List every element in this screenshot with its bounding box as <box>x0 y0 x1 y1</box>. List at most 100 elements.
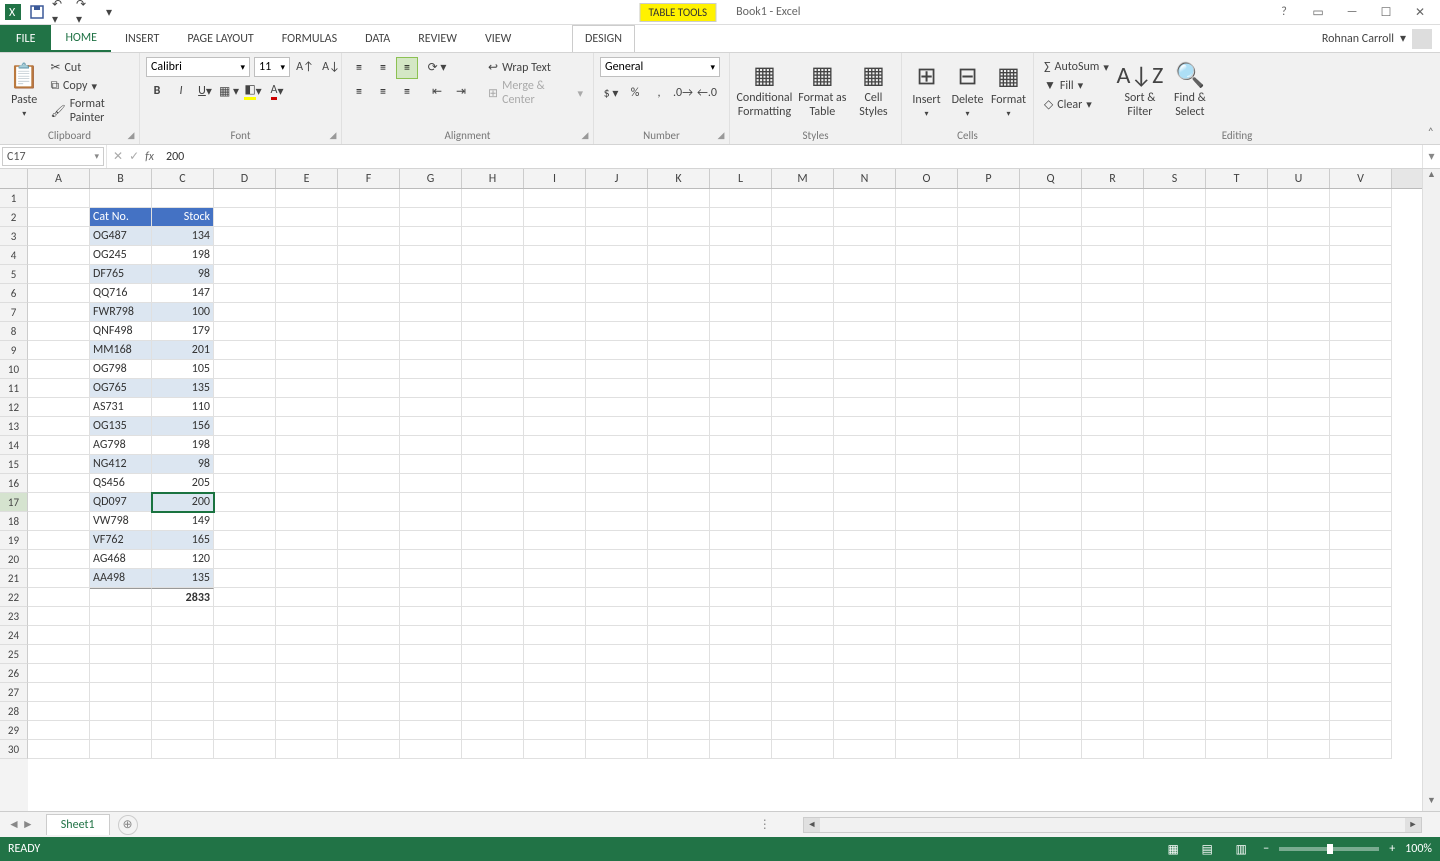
cell-T12[interactable] <box>1206 398 1268 417</box>
cell-L25[interactable] <box>710 645 772 664</box>
cell-F22[interactable] <box>338 588 400 607</box>
cell-U22[interactable] <box>1268 588 1330 607</box>
cell-G20[interactable] <box>400 550 462 569</box>
cell-B8[interactable]: QNF498 <box>90 322 152 341</box>
cell-G26[interactable] <box>400 664 462 683</box>
cell-O28[interactable] <box>896 702 958 721</box>
cell-V14[interactable] <box>1330 436 1392 455</box>
cell-G11[interactable] <box>400 379 462 398</box>
row-header-16[interactable]: 16 <box>0 474 28 493</box>
cell-R22[interactable] <box>1082 588 1144 607</box>
alignment-launcher[interactable]: ◢ <box>579 130 591 142</box>
cell-N1[interactable] <box>834 189 896 208</box>
cell-I6[interactable] <box>524 284 586 303</box>
cell-D28[interactable] <box>214 702 276 721</box>
cell-R17[interactable] <box>1082 493 1144 512</box>
row-header-23[interactable]: 23 <box>0 607 28 626</box>
row-header-6[interactable]: 6 <box>0 284 28 303</box>
cell-N8[interactable] <box>834 322 896 341</box>
cell-R29[interactable] <box>1082 721 1144 740</box>
cell-E26[interactable] <box>276 664 338 683</box>
cell-K25[interactable] <box>648 645 710 664</box>
cell-B9[interactable]: MM168 <box>90 341 152 360</box>
cell-R16[interactable] <box>1082 474 1144 493</box>
cell-J4[interactable] <box>586 246 648 265</box>
zoom-in-button[interactable]: + <box>1389 842 1395 856</box>
cell-B17[interactable]: QD097 <box>90 493 152 512</box>
cell-M20[interactable] <box>772 550 834 569</box>
cell-C24[interactable] <box>152 626 214 645</box>
cell-P4[interactable] <box>958 246 1020 265</box>
cell-V26[interactable] <box>1330 664 1392 683</box>
cell-V29[interactable] <box>1330 721 1392 740</box>
cell-M1[interactable] <box>772 189 834 208</box>
cell-J17[interactable] <box>586 493 648 512</box>
cell-O22[interactable] <box>896 588 958 607</box>
align-center-icon[interactable]: ≡ <box>372 81 394 103</box>
cell-A19[interactable] <box>28 531 90 550</box>
help-icon[interactable]: ? <box>1272 2 1296 22</box>
cell-O26[interactable] <box>896 664 958 683</box>
wrap-text-button[interactable]: ↩Wrap Text <box>484 59 587 76</box>
cell-V15[interactable] <box>1330 455 1392 474</box>
select-all-corner[interactable] <box>0 169 28 189</box>
cell-R1[interactable] <box>1082 189 1144 208</box>
cell-C26[interactable] <box>152 664 214 683</box>
cell-D25[interactable] <box>214 645 276 664</box>
cell-Q29[interactable] <box>1020 721 1082 740</box>
cell-I13[interactable] <box>524 417 586 436</box>
cell-A25[interactable] <box>28 645 90 664</box>
cell-R24[interactable] <box>1082 626 1144 645</box>
cell-S22[interactable] <box>1144 588 1206 607</box>
cell-Q22[interactable] <box>1020 588 1082 607</box>
cell-N29[interactable] <box>834 721 896 740</box>
column-header-R[interactable]: R <box>1082 169 1144 188</box>
align-bottom-icon[interactable]: ≡ <box>396 57 418 79</box>
cell-P24[interactable] <box>958 626 1020 645</box>
cell-C28[interactable] <box>152 702 214 721</box>
cell-F5[interactable] <box>338 265 400 284</box>
cell-S25[interactable] <box>1144 645 1206 664</box>
cell-E28[interactable] <box>276 702 338 721</box>
cell-B30[interactable] <box>90 740 152 759</box>
cell-K12[interactable] <box>648 398 710 417</box>
align-top-icon[interactable]: ≡ <box>348 57 370 79</box>
row-header-7[interactable]: 7 <box>0 303 28 322</box>
cell-D10[interactable] <box>214 360 276 379</box>
cell-I27[interactable] <box>524 683 586 702</box>
cell-E16[interactable] <box>276 474 338 493</box>
cell-B7[interactable]: FWR798 <box>90 303 152 322</box>
cell-M16[interactable] <box>772 474 834 493</box>
cell-L12[interactable] <box>710 398 772 417</box>
cell-D13[interactable] <box>214 417 276 436</box>
cell-C1[interactable] <box>152 189 214 208</box>
cell-V23[interactable] <box>1330 607 1392 626</box>
cell-Q7[interactable] <box>1020 303 1082 322</box>
cell-H28[interactable] <box>462 702 524 721</box>
cell-I30[interactable] <box>524 740 586 759</box>
increase-indent-icon[interactable]: ⇥ <box>450 81 472 101</box>
cell-C15[interactable]: 98 <box>152 455 214 474</box>
cell-E4[interactable] <box>276 246 338 265</box>
cell-O6[interactable] <box>896 284 958 303</box>
column-header-B[interactable]: B <box>90 169 152 188</box>
cell-C22[interactable]: 2833 <box>152 588 214 607</box>
cell-C13[interactable]: 156 <box>152 417 214 436</box>
cell-A5[interactable] <box>28 265 90 284</box>
cell-F17[interactable] <box>338 493 400 512</box>
cell-B19[interactable]: VF762 <box>90 531 152 550</box>
cell-U25[interactable] <box>1268 645 1330 664</box>
cell-J11[interactable] <box>586 379 648 398</box>
accounting-format-icon[interactable]: $ ▾ <box>600 83 622 103</box>
cell-H2[interactable] <box>462 208 524 227</box>
cell-B3[interactable]: OG487 <box>90 227 152 246</box>
cell-A2[interactable] <box>28 208 90 227</box>
cell-F11[interactable] <box>338 379 400 398</box>
cell-P27[interactable] <box>958 683 1020 702</box>
row-header-1[interactable]: 1 <box>0 189 28 208</box>
delete-cells-button[interactable]: ⊟Delete▾ <box>949 57 986 123</box>
zoom-level[interactable]: 100% <box>1405 842 1432 856</box>
cell-A18[interactable] <box>28 512 90 531</box>
cell-V10[interactable] <box>1330 360 1392 379</box>
cell-O9[interactable] <box>896 341 958 360</box>
